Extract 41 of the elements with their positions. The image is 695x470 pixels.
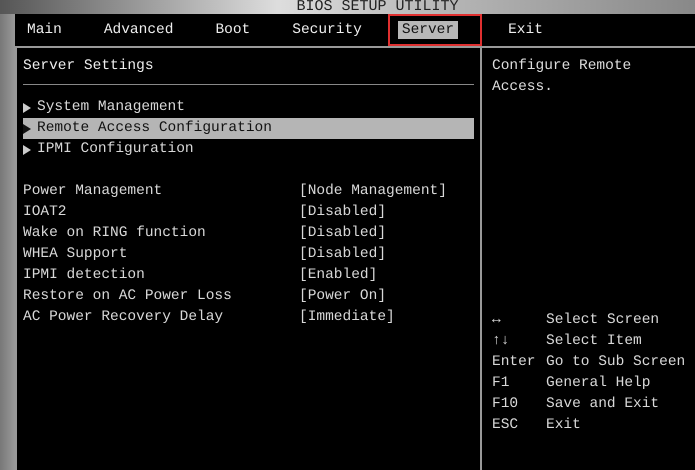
key-action: Select Screen [546,311,660,330]
key-label: ESC [492,416,520,435]
setting-value[interactable]: [Enabled] [299,265,378,286]
setting-value[interactable]: [Immediate] [299,307,395,328]
submenu-item[interactable]: IPMI Configuration [23,139,474,160]
window-title: BIOS SETUP UTILITY [296,0,459,14]
triangle-icon [23,144,31,154]
setting-value[interactable]: [Disabled] [299,202,386,223]
key-label: F10 [492,395,520,414]
menu-tab[interactable]: Boot [211,21,254,39]
help-text: Configure Remote Access. [492,57,632,97]
menu-tab[interactable]: Main [23,21,66,39]
key-action: Go to Sub Screen [546,353,686,372]
panel-title: Server Settings [23,56,474,85]
key-label: F1 [492,374,510,393]
setting-value[interactable]: [Disabled] [299,244,386,265]
setting-name: WHEA Support [23,245,128,264]
setting-name: Wake on RING function [23,224,207,243]
key-label: Enter [492,353,537,372]
key-action: Exit [546,416,581,435]
setting-value[interactable]: [Power On] [299,286,386,307]
setting-name: AC Power Recovery Delay [23,308,224,327]
menu-tab[interactable]: Advanced [100,21,178,39]
key-action: Save and Exit [546,395,660,414]
submenu-item[interactable]: Remote Access Configuration [23,118,474,139]
key-label: ↑↓ [492,332,510,351]
menu-tab[interactable]: Security [288,21,366,39]
setting-name: Restore on AC Power Loss [23,287,233,306]
key-label: ↔ [492,311,502,330]
setting-name: IPMI detection [23,266,146,285]
menu-tab[interactable]: Server [398,21,458,39]
setting-value[interactable]: [Disabled] [299,223,386,244]
submenu-item[interactable]: System Management [23,97,474,118]
setting-value[interactable]: [Node Management] [299,181,447,202]
setting-name: Power Management [23,182,164,201]
key-action: General Help [546,374,650,393]
triangle-icon [23,102,31,112]
setting-name: IOAT2 [23,203,68,222]
key-action: Select Item [546,332,642,351]
triangle-icon [23,124,31,134]
menu-tab[interactable]: Exit [504,21,547,39]
